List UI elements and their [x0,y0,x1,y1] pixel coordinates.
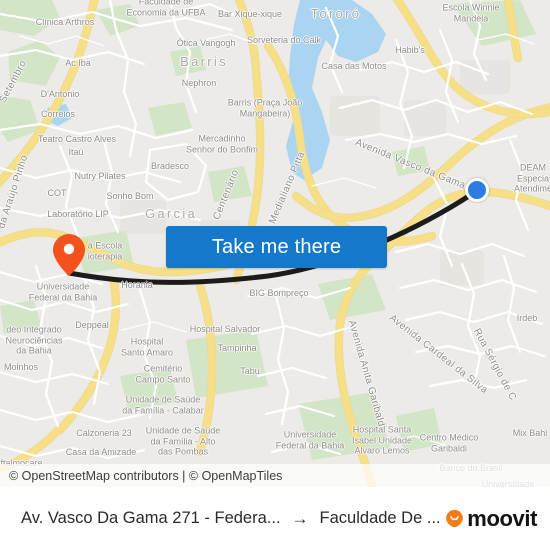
map-attribution-text[interactable]: © OpenStreetMap contributors | © OpenMap… [9,469,282,483]
route-summary[interactable]: Av. Vasco Da Gama 271 - Federa... → Facu… [0,509,445,528]
destination-dot-marker[interactable] [465,178,489,202]
arrow-right-icon: → [291,509,309,528]
route-destination-label: Faculdade De ... [319,509,441,527]
map-canvas[interactable]: .mr{fill:none;stroke:#ffffff;stroke-widt… [0,0,550,487]
moovit-route-preview: .mr{fill:none;stroke:#ffffff;stroke-widt… [0,0,550,550]
take-me-there-button[interactable]: Take me there [166,226,387,268]
moovit-pin-icon [446,509,464,528]
moovit-logo[interactable]: moovit [445,506,550,532]
moovit-wordmark: moovit [467,505,537,531]
route-origin-label: Av. Vasco Da Gama 271 - Federa... [21,509,281,527]
map-attribution-bar: © OpenStreetMap contributors | © OpenMap… [0,464,550,487]
origin-pin-marker[interactable] [52,233,86,277]
take-me-there-label: Take me there [211,235,342,258]
footer-bar: Av. Vasco Da Gama 271 - Federa... → Facu… [0,487,550,550]
